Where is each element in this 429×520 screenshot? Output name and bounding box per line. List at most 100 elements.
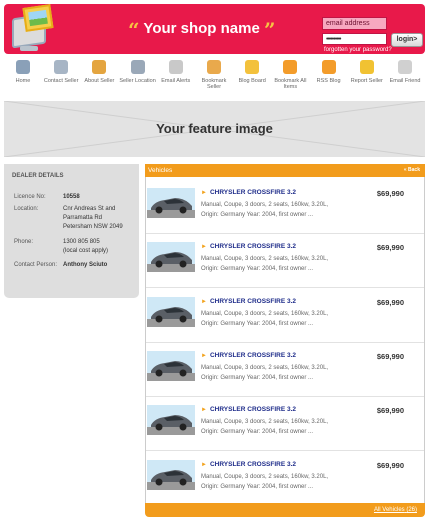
nav-item-7[interactable]: Bookmark All Items (271, 60, 309, 90)
vehicle-title-text[interactable]: CHRYSLER CROSSFIRE 3.2 (210, 352, 296, 359)
vehicle-title-text[interactable]: CHRYSLER CROSSFIRE 3.2 (210, 406, 296, 413)
forgot-password-link[interactable]: forgotten your password? (324, 47, 392, 53)
vehicle-price: $69,990 (376, 243, 404, 253)
nav-item-label: RSS Blog (316, 78, 341, 84)
vehicle-row[interactable]: ► CHRYSLER CROSSFIRE 3.2 Manual, Coupe, 3 … (146, 231, 424, 289)
nav-item-label: Email Friend (389, 78, 421, 84)
car-thumbnail[interactable] (147, 350, 195, 381)
envelope-icon (398, 60, 412, 74)
shop-logo[interactable] (10, 4, 54, 54)
vehicle-title[interactable]: ► CHRYSLER CROSSFIRE 3.2 (201, 243, 296, 250)
vehicle-desc-line-2: Origin: Germany Year: 2004, first owner … (201, 483, 314, 490)
home-icon (16, 60, 30, 74)
vehicle-desc-line-2: Origin: Germany Year: 2004, first owner … (201, 429, 314, 436)
nav-item-label: About Seller (84, 78, 115, 84)
vehicle-row[interactable]: ► CHRYSLER CROSSFIRE 3.2 Manual, Coupe, 3 … (146, 340, 424, 397)
nav-item-4[interactable]: Email Alerts (157, 60, 195, 84)
vehicle-row[interactable]: ► CHRYSLER CROSSFIRE 3.2 Manual, Coupe, 3 … (146, 286, 424, 343)
phone-line-1: 1300 805 805 (63, 239, 100, 245)
vehicle-row[interactable]: ► CHRYSLER CROSSFIRE 3.2 Manual, Coupe, 3 … (146, 394, 424, 452)
vehicle-desc-line-1: Manual, Coupe, 3 doors, 2 seats, 160kw, … (201, 473, 329, 480)
vehicles-header: Vehicles « Back (145, 164, 425, 177)
vehicle-description: Manual, Coupe, 3 doors, 2 seats, 160kw, … (201, 472, 361, 492)
nav-item-5[interactable]: Bookmark Seller (195, 60, 233, 90)
vehicle-desc-line-2: Origin: Germany Year: 2004, first owner … (201, 212, 314, 218)
rss-box-icon (321, 60, 336, 74)
vehicle-desc-line-1: Manual, Coupe, 3 doors, 2 seats, 160kw, … (201, 419, 329, 426)
feature-label: Your feature image (156, 121, 273, 136)
vehicle-title-text[interactable]: CHRYSLER CROSSFIRE 3.2 (210, 189, 296, 196)
all-vehicles-label[interactable]: All Vehicles (374, 507, 405, 513)
vehicle-title-text[interactable]: CHRYSLER CROSSFIRE 3.2 (210, 298, 296, 305)
nav-item-label: Bookmark Seller (201, 78, 227, 90)
vehicle-desc-line-1: Manual, Coupe, 3 doors, 2 seats, 160kw, … (201, 310, 329, 317)
vehicle-price: $69,990 (376, 460, 404, 470)
login-button[interactable]: login> (391, 33, 423, 47)
nav-item-9[interactable]: Report Seller (348, 60, 386, 84)
car-thumbnail[interactable] (147, 459, 195, 490)
car-thumbnail[interactable] (147, 296, 195, 327)
all-vehicles-count[interactable]: (26) (406, 507, 417, 513)
location-line-2: Parramatta Rd (63, 215, 103, 221)
email-field[interactable]: email address (322, 17, 387, 30)
car-thumbnail[interactable] (147, 405, 195, 436)
nav-item-1[interactable]: Contact Seller (42, 60, 80, 84)
nav-item-0[interactable]: Home (4, 60, 42, 84)
nav-item-label: Blog Board (238, 78, 266, 84)
bookmark-icon (207, 60, 221, 74)
vehicle-title[interactable]: ► CHRYSLER CROSSFIRE 3.2 (201, 352, 296, 359)
vehicle-price: $69,990 (376, 189, 404, 198)
vehicle-description: Manual, Coupe, 3 doors, 2 seats, 160kw, … (201, 363, 361, 383)
vehicle-desc-line-1: Manual, Coupe, 3 doors, 2 seats, 160kw, … (201, 256, 329, 263)
picture-frame-icon (22, 4, 54, 32)
vehicle-title-text[interactable]: CHRYSLER CROSSFIRE 3.2 (210, 243, 296, 250)
vehicle-row[interactable]: ► CHRYSLER CROSSFIRE 3.2 Manual, Coupe, 3 … (146, 449, 424, 506)
nav-item-label: Home (15, 78, 31, 84)
nav-item-label: Seller Location (119, 78, 156, 84)
feature-image: Your feature image (4, 101, 425, 157)
vehicle-row[interactable]: ► CHRYSLER CROSSFIRE 3.2 Manual, Coupe, 3 … (146, 177, 424, 234)
arrow-icon: ► (201, 298, 207, 305)
phone-line-2: (local cost apply) (63, 248, 109, 254)
vehicle-title-text[interactable]: CHRYSLER CROSSFIRE 3.2 (210, 461, 296, 468)
vehicle-description: Manual, Coupe, 3 doors, 2 seats, 160kw, … (201, 200, 361, 220)
password-field[interactable]: •••••••••• (322, 33, 387, 45)
car-thumbnail[interactable] (147, 242, 195, 273)
vehicle-title[interactable]: ► CHRYSLER CROSSFIRE 3.2 (201, 189, 296, 196)
licence-value: 10558 (63, 194, 80, 200)
location-line-1: Cnr Andreas St and (63, 206, 116, 212)
nav-item-8[interactable]: RSS Blog (310, 60, 348, 84)
vehicle-description: Manual, Coupe, 3 doors, 2 seats, 160kw, … (201, 309, 361, 329)
nav-item-2[interactable]: About Seller (80, 60, 118, 84)
phone-label: Phone: (14, 239, 34, 245)
location-label: Location: (14, 206, 39, 212)
arrow-icon: ► (201, 407, 207, 414)
vehicle-desc-line-2: Origin: Germany Year: 2004, first owner … (201, 320, 314, 327)
vehicle-title[interactable]: ► CHRYSLER CROSSFIRE 3.2 (201, 406, 296, 413)
nav-item-10[interactable]: Email Friend (386, 60, 424, 84)
back-link[interactable]: « Back (404, 167, 420, 173)
all-vehicles-link[interactable]: All Vehicles (26) (374, 507, 417, 513)
arrow-icon: ► (201, 352, 207, 359)
site-header: “ Your shop name ” email address •••••••… (4, 4, 425, 54)
chat-icon (54, 60, 69, 74)
open-quote: “ (128, 18, 140, 42)
vehicle-price: $69,990 (376, 297, 404, 307)
arrow-icon: ► (201, 190, 207, 196)
vehicle-list: ► CHRYSLER CROSSFIRE 3.2 Manual, Coupe, 3 … (145, 177, 425, 503)
close-quote: ” (264, 18, 276, 42)
location-line-3: Petersham NSW 2049 (63, 224, 123, 230)
vehicle-title[interactable]: ► CHRYSLER CROSSFIRE 3.2 (201, 298, 296, 305)
car-thumbnail[interactable] (147, 188, 195, 218)
vehicle-desc-line-1: Manual, Coupe, 3 doors, 2 seats, 160kw, … (201, 364, 329, 371)
user-icon (92, 60, 107, 74)
nav-item-3[interactable]: Seller Location (119, 60, 157, 84)
rss-icon (168, 60, 183, 74)
lightbulb-icon (359, 60, 374, 74)
vehicle-title[interactable]: ► CHRYSLER CROSSFIRE 3.2 (201, 461, 296, 468)
arrow-icon: ► (201, 461, 207, 468)
icon-nav-bar: Home Contact Seller About Seller Seller Loc… (4, 60, 425, 98)
vehicle-price: $69,990 (376, 351, 404, 361)
nav-item-6[interactable]: Blog Board (233, 60, 271, 84)
vehicle-description: Manual, Coupe, 3 doors, 2 seats, 160kw, … (201, 417, 361, 437)
